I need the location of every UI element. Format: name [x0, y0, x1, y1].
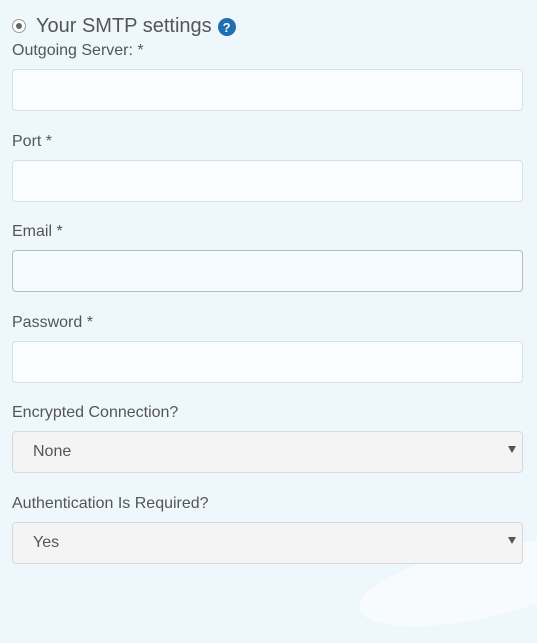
- password-label: Password *: [12, 314, 93, 331]
- smtp-settings-radio[interactable]: [12, 19, 26, 33]
- authentication-required-select[interactable]: Yes: [12, 522, 523, 564]
- port-input[interactable]: [12, 160, 523, 202]
- encrypted-connection-select[interactable]: None: [12, 431, 523, 473]
- password-input[interactable]: [12, 341, 523, 383]
- chevron-down-icon: [508, 446, 516, 453]
- encrypted-connection-value: None: [33, 443, 72, 460]
- smtp-settings-header: Your SMTP settings ?: [12, 12, 236, 40]
- email-input[interactable]: [12, 250, 523, 292]
- outgoing-server-label: Outgoing Server: *: [12, 42, 144, 59]
- chevron-down-icon: [508, 537, 516, 544]
- smtp-settings-title: Your SMTP settings: [36, 14, 212, 37]
- authentication-required-label: Authentication Is Required?: [12, 495, 209, 512]
- authentication-required-value: Yes: [33, 534, 60, 551]
- port-label: Port *: [12, 133, 53, 150]
- encrypted-connection-label: Encrypted Connection?: [12, 404, 179, 421]
- email-label: Email *: [12, 223, 63, 240]
- help-icon[interactable]: ?: [217, 18, 236, 36]
- outgoing-server-input[interactable]: [12, 69, 523, 111]
